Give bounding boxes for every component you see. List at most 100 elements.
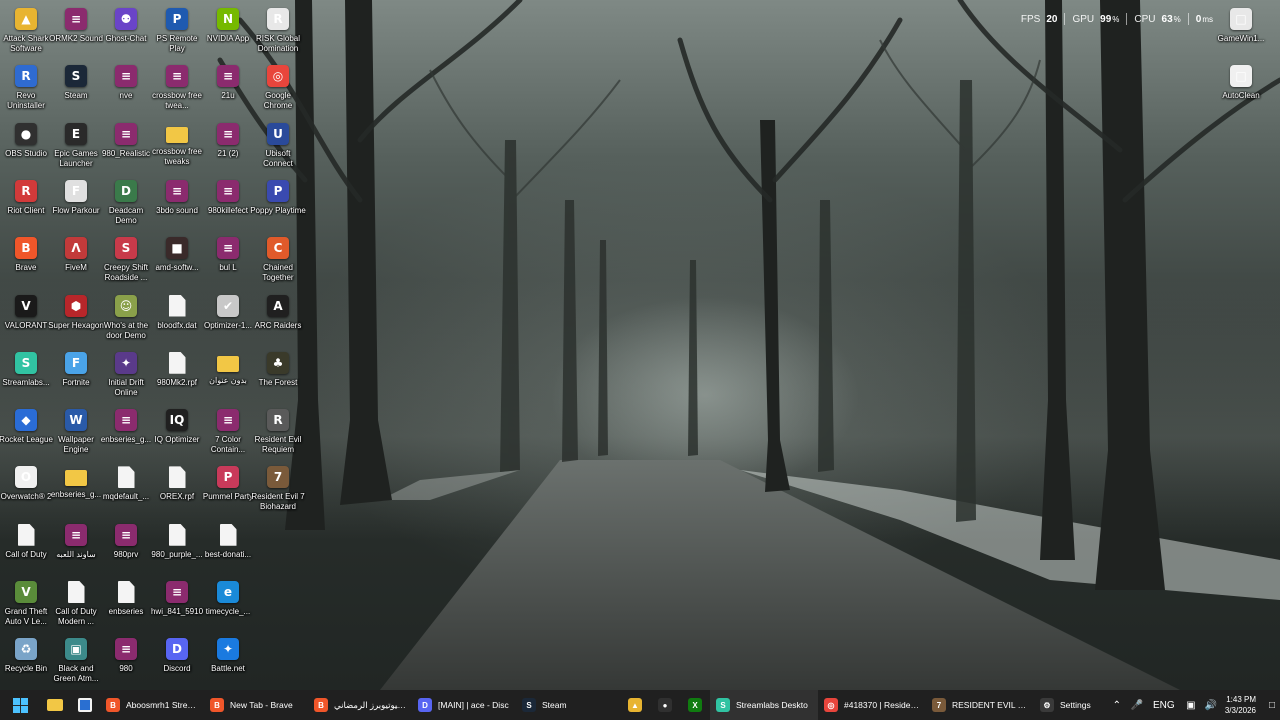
taskbar-pinned-button[interactable]: ● bbox=[650, 690, 680, 720]
desktop-icon[interactable]: Λ FiveM bbox=[50, 231, 102, 273]
desktop-icon[interactable]: C Chained Together bbox=[252, 231, 304, 283]
network-button[interactable]: ▣ bbox=[1181, 690, 1201, 720]
taskbar-app-button[interactable]: B Aboosmrh1 Stream - V bbox=[100, 690, 204, 720]
desktop-icon[interactable]: U Ubisoft Connect bbox=[252, 117, 304, 169]
desktop-icon[interactable]: ≡ 980killefect bbox=[202, 174, 254, 216]
desktop-icon[interactable]: crossbow free tweaks bbox=[151, 117, 203, 167]
desktop-icon[interactable]: R Revo Uninstaller bbox=[0, 59, 52, 111]
desktop-icon[interactable]: R RISK Global Domination bbox=[252, 2, 304, 54]
desktop-icon[interactable]: □ AutoClean bbox=[1215, 59, 1267, 101]
desktop-icon[interactable]: IQ IQ Optimizer bbox=[151, 403, 203, 445]
taskbar-app-button[interactable]: S Steam bbox=[516, 690, 620, 720]
desktop-icon[interactable]: ◆ Rocket League bbox=[0, 403, 53, 445]
desktop-icon[interactable]: A ARC Raiders bbox=[252, 289, 304, 331]
desktop-icon[interactable]: ● OBS Studio bbox=[0, 117, 52, 159]
desktop-icon[interactable]: ♣ The Forest bbox=[252, 346, 304, 388]
desktop-icon[interactable]: N NVIDIA App bbox=[202, 2, 254, 44]
clock[interactable]: 1:43 PM 3/3/2026 bbox=[1221, 694, 1264, 716]
taskbar-app-label: تحدي اليوتيوبرز الرمضاني bbox=[334, 699, 406, 710]
desktop-icon[interactable]: Call of Duty bbox=[0, 518, 52, 560]
desktop-icon[interactable]: D Deadcam Demo bbox=[100, 174, 152, 226]
desktop-icon[interactable]: ≡ 21u bbox=[202, 59, 254, 101]
desktop-icon[interactable]: ≡ 21 (2) bbox=[202, 117, 254, 159]
desktop-icon[interactable]: ▲ Attack Shark Software bbox=[0, 2, 52, 54]
start-button[interactable] bbox=[0, 690, 40, 720]
cpu-meter: CPU 63 % bbox=[1127, 14, 1187, 25]
desktop-icon[interactable]: best-donati... bbox=[202, 518, 254, 560]
desktop-icon[interactable]: V VALORANT bbox=[0, 289, 52, 331]
desktop-icon[interactable]: E Epic Games Launcher bbox=[50, 117, 102, 169]
desktop-icon[interactable]: S Creepy Shift Roadside ... bbox=[100, 231, 152, 283]
notification-button[interactable]: □ bbox=[1264, 690, 1280, 720]
desktop-icon[interactable]: P PS Remote Play bbox=[151, 2, 203, 54]
desktop-icon[interactable]: B Brave bbox=[0, 231, 52, 273]
desktop-icon[interactable]: P Pummel Party bbox=[202, 460, 254, 502]
microphone-button[interactable]: 🎤 bbox=[1127, 690, 1147, 720]
desktop-icon[interactable]: ≡ enbseries_g... bbox=[100, 403, 152, 445]
taskbar-app-button[interactable]: S Streamlabs Deskto bbox=[710, 690, 818, 720]
desktop-icon[interactable]: ≡ ORMK2 Sound bbox=[49, 2, 103, 44]
desktop-icon[interactable]: F Fortnite bbox=[50, 346, 102, 388]
latency-meter: 0 ms bbox=[1189, 14, 1220, 25]
desktop-icon[interactable]: S Streamlabs... bbox=[0, 346, 52, 388]
taskbar-app-button[interactable]: ⚙ Settings bbox=[1034, 690, 1104, 720]
taskbar-app-button[interactable]: D [MAIN] | ace - Disc bbox=[412, 690, 516, 720]
desktop-icon[interactable]: ≡ bul L bbox=[202, 231, 254, 273]
desktop-icon[interactable]: ≡ 980prv bbox=[100, 518, 152, 560]
desktop-icon-label: OBS Studio bbox=[5, 148, 47, 158]
desktop-icon[interactable]: ✦ Battle.net bbox=[202, 632, 254, 674]
desktop-icon-label: Resident Evil 7 Biohazard bbox=[251, 492, 305, 512]
taskbar-app-button[interactable]: 7 RESIDENT EVIL 7 bioh bbox=[926, 690, 1034, 720]
desktop-icon[interactable]: W Wallpaper Engine bbox=[50, 403, 102, 455]
desktop-icon[interactable]: ♻ Recycle Bin bbox=[0, 632, 52, 674]
desktop-icon[interactable]: بدون عنوان bbox=[202, 346, 254, 386]
desktop-icon[interactable]: Call of Duty Modern ... bbox=[50, 575, 102, 627]
desktop-icon[interactable]: R Riot Client bbox=[0, 174, 52, 216]
taskbar-app-button[interactable]: ◎ #418370 | Resident Evi bbox=[818, 690, 926, 720]
desktop-icon[interactable]: P Poppy Playtime bbox=[250, 174, 306, 216]
desktop-icon[interactable]: ≡ 980 bbox=[100, 632, 152, 674]
desktop-icon[interactable]: enbseries_g... bbox=[50, 460, 102, 500]
desktop-icon[interactable]: 7 Resident Evil 7 Biohazard bbox=[251, 460, 305, 512]
valorant-icon: V bbox=[15, 294, 37, 317]
taskbar-pinned-button[interactable]: X bbox=[680, 690, 710, 720]
desktop-icon-label: 980Mk2.rpf bbox=[156, 377, 198, 387]
desktop-icon[interactable]: ◎ Google Chrome bbox=[252, 59, 304, 111]
desktop-icon[interactable]: D Discord bbox=[151, 632, 203, 674]
desktop-icon[interactable]: ≡ 980_Realistic bbox=[100, 117, 152, 159]
desktop-icon[interactable]: ☺ Who's at the door Demo bbox=[100, 289, 152, 341]
desktop-icon[interactable]: ✔ Optimizer-1... bbox=[202, 289, 254, 331]
language-button[interactable]: ENG bbox=[1147, 690, 1181, 720]
desktop-icon[interactable]: OREX.rpf bbox=[151, 460, 203, 502]
desktop-icon[interactable]: R Resident Evil Requiem bbox=[252, 403, 304, 455]
desktop-icon[interactable]: F Flow Parkour bbox=[50, 174, 102, 216]
desktop-icon[interactable]: e timecycle_... bbox=[202, 575, 254, 617]
file-explorer-button[interactable] bbox=[40, 690, 70, 720]
desktop-icon[interactable]: 980Mk2.rpf bbox=[151, 346, 203, 388]
desktop-icon[interactable]: mqdefault_... bbox=[100, 460, 152, 502]
desktop-icon[interactable]: ≡ crossbow free twea... bbox=[151, 59, 203, 111]
taskbar-app-button[interactable]: B تحدي اليوتيوبرز الرمضاني bbox=[308, 690, 412, 720]
store-button[interactable] bbox=[70, 690, 100, 720]
desktop-icon[interactable]: ⚉ Ghost-Chat bbox=[100, 2, 152, 44]
desktop-icon[interactable]: ≡ ساوند اللعبه bbox=[50, 518, 102, 560]
desktop-icon[interactable]: O Overwatch® 2 bbox=[0, 460, 52, 502]
show-hidden-icons-button[interactable]: ⌃ bbox=[1107, 690, 1127, 720]
desktop-icon[interactable]: ≡ nve bbox=[100, 59, 152, 101]
volume-button[interactable]: 🔊 bbox=[1201, 690, 1221, 720]
desktop-icon[interactable]: ✦ Initial Drift Online bbox=[100, 346, 152, 398]
desktop-icon[interactable]: ■ amd-softw... bbox=[151, 231, 203, 273]
desktop-icon[interactable]: V Grand Theft Auto V Le... bbox=[0, 575, 52, 627]
taskbar-pinned-button[interactable]: ▲ bbox=[620, 690, 650, 720]
desktop-icon[interactable]: S Steam bbox=[50, 59, 102, 101]
desktop-icon[interactable]: ≡ 3bdo sound bbox=[151, 174, 203, 216]
desktop-icon[interactable]: enbseries bbox=[100, 575, 152, 617]
desktop-icon[interactable]: ⬢ Super Hexagon bbox=[48, 289, 104, 331]
desktop-icon[interactable]: 980_purple_... bbox=[151, 518, 203, 560]
desktop-icon[interactable]: ≡ hwi_841_5910 bbox=[151, 575, 203, 617]
desktop-icon[interactable]: □ GameWin1... bbox=[1215, 2, 1267, 44]
desktop-icon[interactable]: ≡ 7 Color Contain... bbox=[202, 403, 254, 455]
desktop-icon[interactable]: bloodfx.dat bbox=[151, 289, 203, 331]
taskbar-app-button[interactable]: B New Tab - Brave bbox=[204, 690, 308, 720]
desktop-icon[interactable]: ▣ Black and Green Atm... bbox=[50, 632, 102, 684]
